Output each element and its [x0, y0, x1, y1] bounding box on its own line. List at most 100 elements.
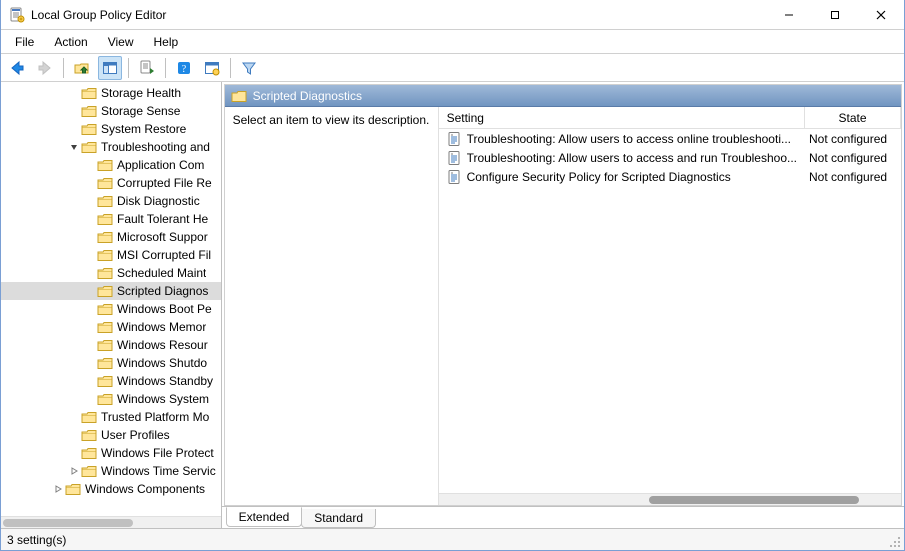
- tree-node[interactable]: Windows Resour: [1, 336, 221, 354]
- right-content: Scripted Diagnostics Select an item to v…: [224, 84, 902, 506]
- tab-standard[interactable]: Standard: [301, 509, 376, 528]
- folder-icon: [231, 89, 247, 103]
- chevron-right-icon[interactable]: [67, 464, 81, 478]
- folder-icon: [97, 211, 113, 227]
- tab-strip: Extended Standard: [222, 506, 904, 528]
- menu-file[interactable]: File: [5, 32, 44, 52]
- app-window: Local Group Policy Editor File Action Vi…: [0, 0, 905, 551]
- forward-button[interactable]: [33, 56, 57, 80]
- tree-node[interactable]: Windows Standby: [1, 372, 221, 390]
- tree-node[interactable]: Troubleshooting and: [1, 138, 221, 156]
- back-button[interactable]: [5, 56, 29, 80]
- folder-icon: [81, 139, 97, 155]
- statusbar: 3 setting(s): [1, 528, 904, 550]
- tree-node[interactable]: Storage Sense: [1, 102, 221, 120]
- tree-node-label: Fault Tolerant He: [117, 210, 208, 228]
- tree-node[interactable]: Scheduled Maint: [1, 264, 221, 282]
- tree-node-label: Microsoft Suppor: [117, 228, 208, 246]
- list-row[interactable]: Troubleshooting: Allow users to access a…: [439, 148, 901, 167]
- main-body: Storage HealthStorage SenseSystem Restor…: [1, 82, 904, 528]
- column-header-state[interactable]: State: [805, 107, 901, 128]
- tree-node[interactable]: User Profiles: [1, 426, 221, 444]
- resize-grip-icon[interactable]: [887, 534, 901, 548]
- folder-icon: [97, 319, 113, 335]
- window-title: Local Group Policy Editor: [31, 8, 166, 22]
- folder-icon: [81, 445, 97, 461]
- tree-node[interactable]: Windows Memor: [1, 318, 221, 336]
- maximize-button[interactable]: [812, 0, 858, 30]
- right-body: Select an item to view its description. …: [225, 107, 901, 505]
- tree-horizontal-scrollbar[interactable]: [1, 516, 221, 528]
- folder-icon: [81, 463, 97, 479]
- folder-icon: [97, 355, 113, 371]
- policy-setting-icon: [447, 150, 463, 166]
- svg-text:?: ?: [182, 64, 187, 75]
- list-scrollbar-thumb[interactable]: [649, 496, 859, 504]
- tree-node[interactable]: Fault Tolerant He: [1, 210, 221, 228]
- up-one-level-button[interactable]: [70, 56, 94, 80]
- chevron-right-icon[interactable]: [51, 482, 65, 496]
- tree-node-label: MSI Corrupted Fil: [117, 246, 211, 264]
- tree-node-label: Scripted Diagnos: [117, 282, 208, 300]
- column-header-setting[interactable]: Setting: [439, 107, 805, 128]
- filter-button[interactable]: [237, 56, 261, 80]
- tab-extended[interactable]: Extended: [226, 507, 303, 527]
- tree: Storage HealthStorage SenseSystem Restor…: [1, 84, 221, 498]
- tree-node[interactable]: Windows Shutdo: [1, 354, 221, 372]
- policy-settings-button[interactable]: [200, 56, 224, 80]
- minimize-button[interactable]: [766, 0, 812, 30]
- menu-view[interactable]: View: [98, 32, 144, 52]
- tree-node[interactable]: Scripted Diagnos: [1, 282, 221, 300]
- tree-node-label: Windows Memor: [117, 318, 206, 336]
- tree-node-label: Windows Time Servic: [101, 462, 216, 480]
- tree-node-label: User Profiles: [101, 426, 170, 444]
- tree-node-label: System Restore: [101, 120, 186, 138]
- tree-node[interactable]: Storage Health: [1, 84, 221, 102]
- help-button[interactable]: ?: [172, 56, 196, 80]
- cell-state: Not configured: [805, 132, 901, 146]
- tree-node[interactable]: Windows Components: [1, 480, 221, 498]
- menu-action[interactable]: Action: [44, 32, 97, 52]
- chevron-down-icon[interactable]: [67, 140, 81, 154]
- tree-scroll-area[interactable]: Storage HealthStorage SenseSystem Restor…: [1, 82, 221, 516]
- tree-node[interactable]: Windows Time Servic: [1, 462, 221, 480]
- tree-node[interactable]: Application Com: [1, 156, 221, 174]
- tree-node-label: Windows File Protect: [101, 444, 214, 462]
- tree-node-label: Windows Shutdo: [117, 354, 207, 372]
- cell-state: Not configured: [805, 170, 901, 184]
- list-header: Setting State: [439, 107, 901, 129]
- folder-header-title: Scripted Diagnostics: [253, 89, 362, 103]
- right-panel: Scripted Diagnostics Select an item to v…: [222, 82, 904, 528]
- statusbar-text: 3 setting(s): [7, 533, 66, 547]
- menu-help[interactable]: Help: [144, 32, 189, 52]
- tree-node[interactable]: Trusted Platform Mo: [1, 408, 221, 426]
- list-row[interactable]: Troubleshooting: Allow users to access o…: [439, 129, 901, 148]
- tree-scrollbar-thumb[interactable]: [3, 519, 133, 527]
- policy-setting-icon: [447, 169, 463, 185]
- export-list-button[interactable]: [135, 56, 159, 80]
- folder-header: Scripted Diagnostics: [225, 85, 901, 107]
- tree-node-label: Windows Standby: [117, 372, 213, 390]
- tree-node[interactable]: Windows Boot Pe: [1, 300, 221, 318]
- tree-node[interactable]: MSI Corrupted Fil: [1, 246, 221, 264]
- folder-icon: [97, 229, 113, 245]
- close-button[interactable]: [858, 0, 904, 30]
- settings-list: Setting State Troubleshooting: Allow use…: [439, 107, 901, 505]
- cell-setting: Troubleshooting: Allow users to access a…: [439, 150, 805, 166]
- tree-node[interactable]: Windows System: [1, 390, 221, 408]
- show-hide-console-tree-button[interactable]: [98, 56, 122, 80]
- tree-node[interactable]: Windows File Protect: [1, 444, 221, 462]
- list-horizontal-scrollbar[interactable]: [439, 493, 901, 505]
- list-row[interactable]: Configure Security Policy for Scripted D…: [439, 167, 901, 186]
- tree-node-label: Trusted Platform Mo: [101, 408, 209, 426]
- menubar: File Action View Help: [1, 30, 904, 54]
- policy-setting-icon: [447, 131, 463, 147]
- tree-node-label: Application Com: [117, 156, 204, 174]
- description-column: Select an item to view its description.: [225, 107, 439, 505]
- tree-node[interactable]: Corrupted File Re: [1, 174, 221, 192]
- tree-node[interactable]: System Restore: [1, 120, 221, 138]
- tree-node[interactable]: Disk Diagnostic: [1, 192, 221, 210]
- tree-node[interactable]: Microsoft Suppor: [1, 228, 221, 246]
- folder-icon: [97, 175, 113, 191]
- description-prompt: Select an item to view its description.: [233, 113, 430, 127]
